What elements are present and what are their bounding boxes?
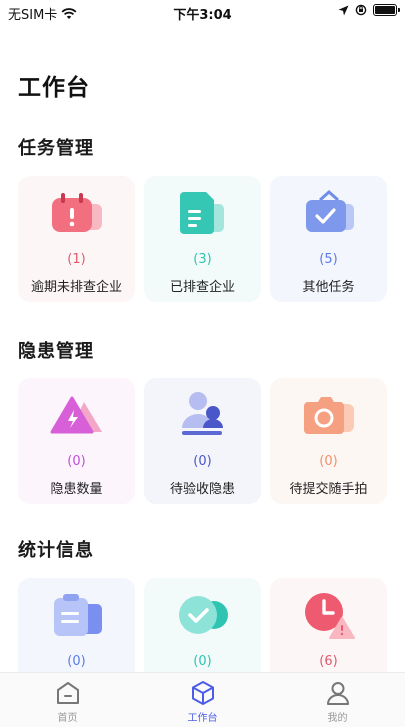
battery-icon [373,4,400,16]
check-circle-icon [179,596,228,634]
camera-icon [304,397,354,434]
status-bar: 无SIM卡 下午3:04 [0,0,405,24]
tab-home[interactable]: 首页 [0,673,135,727]
tab-workbench[interactable]: 工作台 [135,673,270,727]
card-label: 隐患数量 [50,482,103,497]
tab-label: 工作台 [187,713,218,724]
briefcase-check-icon [306,189,354,232]
card-count: (5) [319,252,338,267]
card-count: (1) [67,252,86,267]
tab-bar: 首页 工作台 我的 [0,672,405,727]
card-label: 其他任务 [302,280,355,295]
location-arrow-icon [338,5,349,15]
card-pending-acceptance[interactable]: (0) 待验收隐患 [144,378,261,504]
section-title-tasks: 任务管理 [18,138,94,159]
card-overdue-enterprises[interactable]: (1) 逾期未排查企业 [18,176,135,302]
card-hazard-count[interactable]: (0) 隐患数量 [18,378,135,504]
section-title-hazards: 隐患管理 [18,341,94,362]
hazard-card-grid: (0) 隐患数量 (0) 待验收隐患 (0) 待提交随手拍 [18,378,388,504]
clock-alert-icon [305,593,355,639]
section-title-stats: 统计信息 [18,540,94,561]
page-title: 工作台 [18,75,90,101]
tab-label: 首页 [57,713,78,724]
card-count: (3) [193,252,212,267]
card-other-tasks[interactable]: (5) 其他任务 [270,176,387,302]
tab-mine[interactable]: 我的 [270,673,405,727]
task-card-grid: (1) 逾期未排查企业 (3) 已排查企业 (5) 其他任务 [18,176,388,302]
card-count: (0) [67,454,86,469]
card-count: (6) [319,654,338,669]
card-label: 已排查企业 [169,280,235,295]
card-count: (0) [319,454,338,469]
home-icon [56,682,79,704]
card-count: (0) [193,654,212,669]
card-count: (0) [67,654,86,669]
card-label: 待提交随手拍 [289,482,368,497]
person-icon [326,682,349,705]
status-right [338,4,400,16]
warning-bolt-icon [50,396,102,434]
card-pending-snapshots[interactable]: (0) 待提交随手拍 [270,378,387,504]
document-icon [180,192,224,234]
tab-label: 我的 [327,713,348,724]
cube-icon [191,681,214,705]
orientation-lock-icon [355,4,367,16]
inspector-icon [182,392,223,435]
card-checked-enterprises[interactable]: (3) 已排查企业 [144,176,261,302]
card-count: (0) [193,454,212,469]
calendar-icon [52,193,102,232]
card-label: 逾期未排查企业 [30,280,122,295]
clipboard-icon [54,594,102,636]
card-label: 待验收隐患 [169,482,235,497]
